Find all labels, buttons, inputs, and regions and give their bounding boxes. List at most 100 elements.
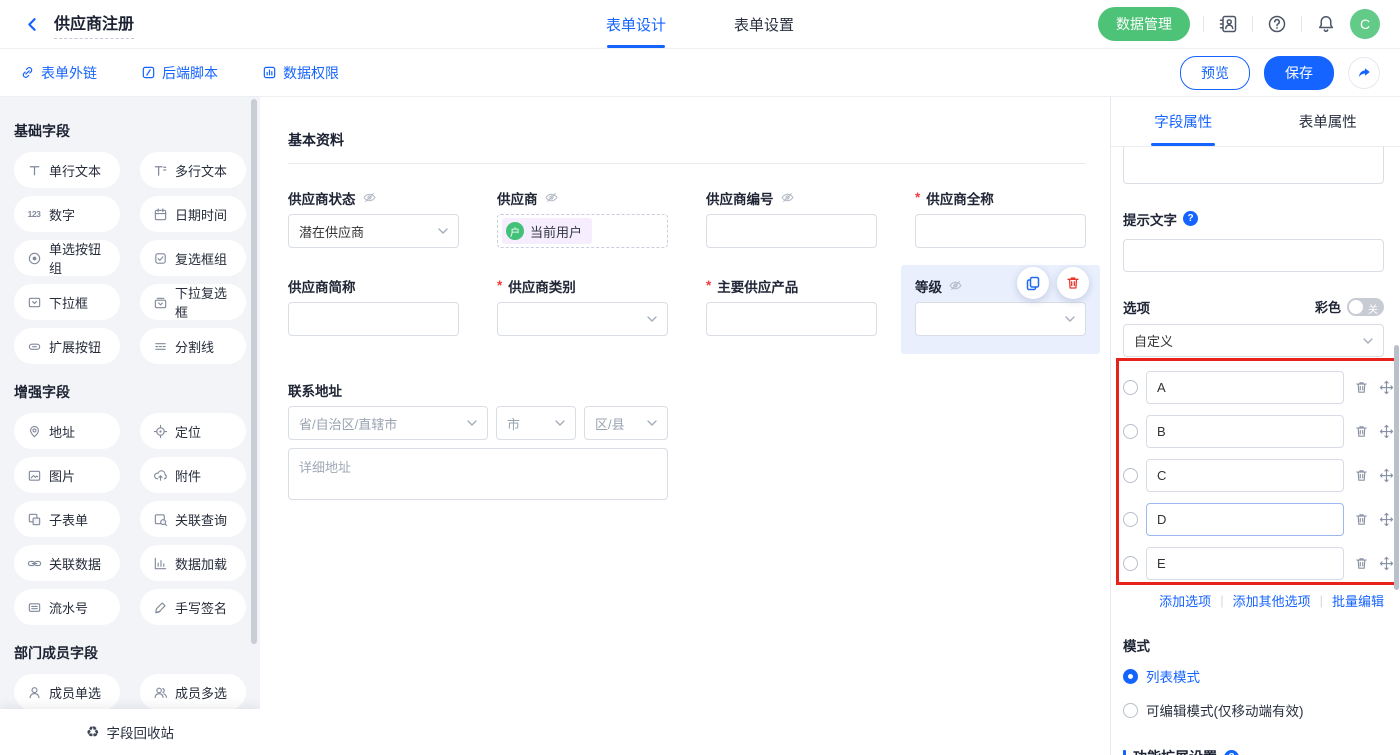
- mode-option-list[interactable]: 列表模式: [1123, 666, 1384, 686]
- field-supplier-category[interactable]: * 供应商类别: [497, 278, 668, 354]
- batch-edit-link[interactable]: 批量编辑: [1332, 591, 1384, 610]
- backend-script-link[interactable]: 后端脚本: [141, 63, 218, 83]
- field-pill-member-single[interactable]: 成员单选: [14, 674, 120, 710]
- detail-address-textarea[interactable]: [288, 448, 668, 500]
- supplier-status-select[interactable]: 潜在供应商: [288, 214, 459, 248]
- field-supplier-shortname[interactable]: 供应商简称: [288, 278, 459, 354]
- option-input[interactable]: [1146, 547, 1344, 580]
- sidebar-scrollbar[interactable]: [251, 99, 257, 644]
- option-radio[interactable]: [1123, 380, 1138, 395]
- field-pill-number[interactable]: 123 数字: [14, 196, 120, 232]
- supplier-default-value-box[interactable]: 户 当前用户: [497, 214, 668, 248]
- option-radio[interactable]: [1123, 468, 1138, 483]
- form-title[interactable]: 供应商注册: [54, 10, 134, 39]
- field-pill-linked-query[interactable]: 关联查询: [140, 501, 246, 537]
- field-pill-linked-data[interactable]: 关联数据: [14, 545, 120, 581]
- option-input[interactable]: [1146, 415, 1344, 448]
- avatar[interactable]: C: [1350, 9, 1380, 39]
- duplicate-field-button[interactable]: [1017, 267, 1049, 299]
- field-pill-attachment[interactable]: 附件: [140, 457, 246, 493]
- option-drag-icon[interactable]: [1379, 380, 1394, 395]
- field-pill-subform[interactable]: 子表单: [14, 501, 120, 537]
- add-other-option-link[interactable]: 添加其他选项: [1233, 591, 1311, 610]
- supplier-category-select[interactable]: [497, 302, 668, 336]
- dropdown-multi-icon: [152, 295, 168, 310]
- grade-select[interactable]: [915, 302, 1086, 336]
- field-title-input[interactable]: [1123, 147, 1384, 184]
- option-delete-icon[interactable]: [1354, 380, 1369, 395]
- option-radio[interactable]: [1123, 424, 1138, 439]
- province-select[interactable]: 省/自治区/直辖市: [288, 406, 488, 440]
- option-drag-icon[interactable]: [1379, 468, 1394, 483]
- color-toggle-group: 彩色 关: [1315, 297, 1384, 316]
- panel-scrollbar[interactable]: [1394, 345, 1399, 590]
- field-contact-address[interactable]: 联系地址 省/自治区/直辖市 市 区/县: [288, 382, 668, 503]
- field-pill-checkbox-group[interactable]: 复选框组: [140, 240, 246, 276]
- field-supplier-fullname[interactable]: * 供应商全称: [915, 190, 1086, 248]
- help-icon[interactable]: [1266, 13, 1288, 35]
- option-drag-icon[interactable]: [1379, 556, 1394, 571]
- notifications-bell-icon[interactable]: [1315, 13, 1337, 35]
- preview-button[interactable]: 预览: [1180, 56, 1250, 90]
- supplier-no-input[interactable]: [706, 214, 877, 248]
- field-pill-divider-line[interactable]: 分割线: [140, 328, 246, 364]
- hint-text-input[interactable]: [1123, 239, 1384, 272]
- tab-field-properties[interactable]: 字段属性: [1111, 97, 1256, 146]
- field-pill-signature[interactable]: 手写签名: [140, 589, 246, 625]
- hint-help-icon[interactable]: ?: [1183, 211, 1198, 226]
- field-pill-locate[interactable]: 定位: [140, 413, 246, 449]
- contacts-book-icon[interactable]: [1217, 13, 1239, 35]
- option-input[interactable]: [1146, 503, 1344, 536]
- extension-help-icon[interactable]: ?: [1224, 750, 1239, 755]
- tab-form-settings[interactable]: 表单设置: [734, 0, 794, 48]
- tab-form-properties[interactable]: 表单属性: [1256, 97, 1400, 146]
- address-selects-row: 省/自治区/直辖市 市 区/县: [288, 406, 668, 440]
- field-pill-datetime[interactable]: 日期时间: [140, 196, 246, 232]
- field-pill-address[interactable]: 地址: [14, 413, 120, 449]
- back-button[interactable]: [20, 12, 44, 36]
- option-drag-icon[interactable]: [1379, 512, 1394, 527]
- field-pill-image[interactable]: 图片: [14, 457, 120, 493]
- mode-option-editable[interactable]: 可编辑模式(仅移动端有效): [1123, 700, 1384, 720]
- tab-form-design[interactable]: 表单设计: [606, 0, 666, 48]
- add-option-link[interactable]: 添加选项: [1159, 591, 1211, 610]
- field-pill-extend-button[interactable]: 扩展按钮: [14, 328, 120, 364]
- city-select[interactable]: 市: [496, 406, 576, 440]
- data-permission-link[interactable]: 数据权限: [262, 63, 339, 83]
- form-external-link[interactable]: 表单外链: [20, 63, 97, 83]
- delete-field-button[interactable]: [1057, 267, 1089, 299]
- field-pill-member-multi[interactable]: 成员多选: [140, 674, 246, 710]
- field-pill-multi-line-text[interactable]: 多行文本: [140, 152, 246, 188]
- data-manage-button[interactable]: 数据管理: [1098, 7, 1190, 41]
- option-source-select[interactable]: 自定义: [1123, 324, 1384, 357]
- field-main-products[interactable]: * 主要供应产品: [706, 278, 877, 354]
- field-pill-dropdown-multi[interactable]: 下拉复选框: [140, 284, 246, 320]
- main-products-input[interactable]: [706, 302, 877, 336]
- field-pill-single-line-text[interactable]: 单行文本: [14, 152, 120, 188]
- save-button[interactable]: 保存: [1264, 56, 1334, 90]
- option-delete-icon[interactable]: [1354, 512, 1369, 527]
- district-select[interactable]: 区/县: [584, 406, 668, 440]
- field-pill-radio-group[interactable]: 单选按钮组: [14, 240, 120, 276]
- field-grade-selected[interactable]: 等级: [901, 265, 1100, 354]
- option-radio[interactable]: [1123, 556, 1138, 571]
- share-button[interactable]: [1348, 57, 1380, 89]
- field-supplier[interactable]: 供应商 户 当前用户: [497, 190, 668, 248]
- option-input[interactable]: [1146, 371, 1344, 404]
- field-recycle-bin[interactable]: ♻ 字段回收站: [0, 709, 260, 755]
- field-pill-dropdown[interactable]: 下拉框: [14, 284, 120, 320]
- current-user-tag[interactable]: 户 当前用户: [502, 218, 592, 244]
- option-input[interactable]: [1146, 459, 1344, 492]
- color-toggle-switch[interactable]: 关: [1347, 298, 1384, 316]
- field-pill-data-load[interactable]: 数据加载: [140, 545, 246, 581]
- option-radio[interactable]: [1123, 512, 1138, 527]
- field-supplier-no[interactable]: 供应商编号: [706, 190, 877, 248]
- option-delete-icon[interactable]: [1354, 424, 1369, 439]
- option-drag-icon[interactable]: [1379, 424, 1394, 439]
- supplier-shortname-input[interactable]: [288, 302, 459, 336]
- field-pill-serial-number[interactable]: 流水号: [14, 589, 120, 625]
- field-supplier-status[interactable]: 供应商状态 潜在供应商: [288, 190, 459, 248]
- option-delete-icon[interactable]: [1354, 556, 1369, 571]
- supplier-fullname-input[interactable]: [915, 214, 1086, 248]
- option-delete-icon[interactable]: [1354, 468, 1369, 483]
